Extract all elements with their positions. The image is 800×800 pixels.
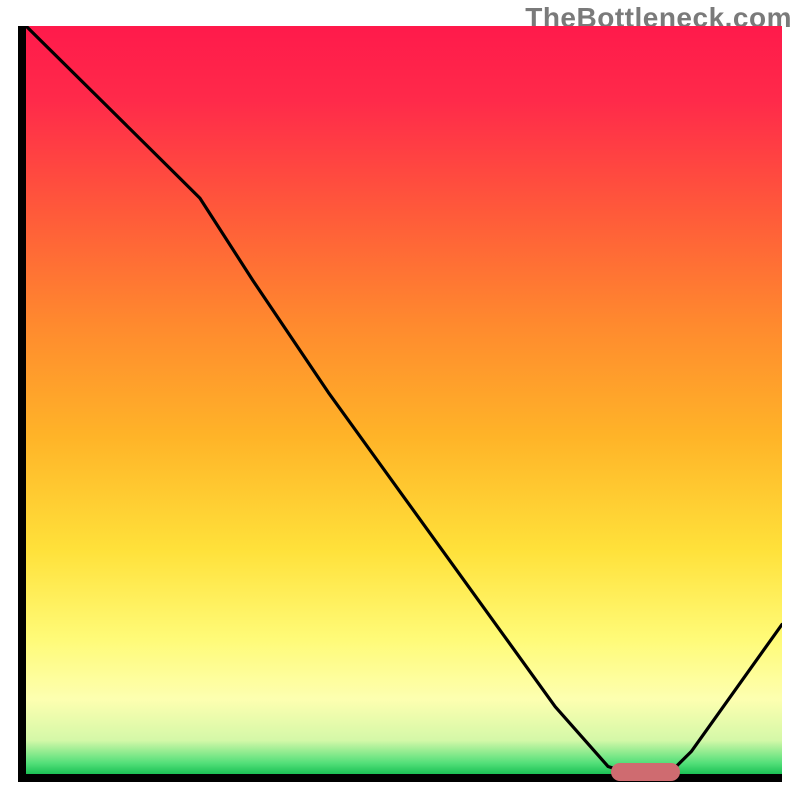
plot-area <box>18 26 782 782</box>
optimal-range-marker <box>611 763 679 781</box>
plot-svg <box>26 26 782 774</box>
chart-stage: TheBottleneck.com <box>0 0 800 800</box>
